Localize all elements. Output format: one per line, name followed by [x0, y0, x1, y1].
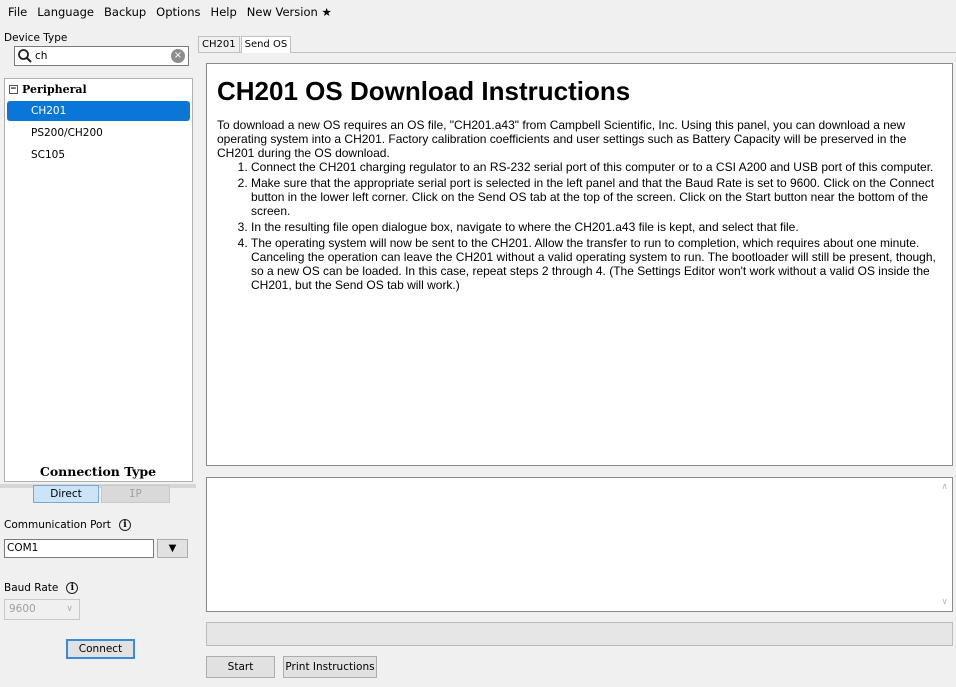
tree-item-sc105[interactable]: SC105: [7, 145, 190, 165]
clear-search-icon[interactable]: ×: [171, 49, 185, 63]
instruction-step: Make sure that the appropriate serial po…: [251, 176, 942, 218]
info-icon[interactable]: i: [66, 582, 79, 594]
menu-language[interactable]: Language: [33, 5, 98, 19]
tree-group-peripheral[interactable]: − Peripheral: [5, 79, 192, 99]
tree-group-label: Peripheral: [22, 82, 87, 96]
connection-ip-button[interactable]: IP: [101, 485, 170, 503]
instruction-step: The operating system will now be sent to…: [251, 236, 942, 292]
baud-rate-value: 9600: [9, 603, 36, 615]
connection-type-title: Connection Type: [39, 464, 157, 479]
log-output-box[interactable]: ∧ ∨: [206, 477, 953, 612]
device-type-label: Device Type: [4, 32, 68, 44]
baud-rate-label-row: Baud Rate i: [4, 582, 79, 594]
progress-bar: [206, 622, 953, 646]
comm-port-select[interactable]: COM1: [4, 539, 154, 558]
chevron-down-icon: ∨: [66, 604, 73, 614]
scroll-down-icon[interactable]: ∨: [941, 597, 948, 607]
baud-rate-label: Baud Rate: [4, 582, 59, 594]
search-icon: [17, 48, 33, 64]
instructions-intro: To download a new OS requires an OS file…: [217, 118, 907, 160]
instruction-step: Connect the CH201 charging regulator to …: [251, 160, 942, 174]
instructions-panel: CH201 OS Download Instructions To downlo…: [206, 63, 953, 466]
device-tree: − Peripheral CH201 PS200/CH200 SC105: [4, 78, 193, 482]
menu-options[interactable]: Options: [152, 5, 204, 19]
start-button[interactable]: Start: [206, 656, 275, 678]
tree-item-ps200-ch200[interactable]: PS200/CH200: [7, 123, 190, 143]
tab-ch201[interactable]: CH201: [198, 36, 240, 52]
menu-help[interactable]: Help: [207, 5, 241, 19]
print-instructions-button[interactable]: Print Instructions: [283, 656, 377, 678]
instructions-title: CH201 OS Download Instructions: [217, 76, 631, 106]
instruction-step: In the resulting file open dialogue box,…: [251, 220, 942, 234]
baud-rate-select[interactable]: 9600 ∨: [4, 599, 80, 620]
instructions-steps: Connect the CH201 charging regulator to …: [217, 160, 942, 292]
info-icon[interactable]: i: [118, 519, 131, 531]
device-search-box: ×: [14, 46, 189, 66]
tab-bar: CH201 Send OS: [198, 36, 292, 53]
menu-bar: File Language Backup Options Help New Ve…: [0, 0, 956, 24]
menu-file[interactable]: File: [4, 5, 31, 19]
menu-backup[interactable]: Backup: [100, 5, 150, 19]
comm-port-dropdown-button[interactable]: ▼: [157, 539, 188, 558]
menu-new-version[interactable]: New Version ★: [243, 5, 336, 19]
scroll-up-icon[interactable]: ∧: [941, 482, 948, 492]
comm-port-label-row: Communication Port i: [4, 519, 131, 531]
device-search-input[interactable]: [33, 48, 171, 64]
tree-item-ch201[interactable]: CH201: [7, 101, 190, 121]
connection-direct-button[interactable]: Direct: [33, 485, 99, 503]
tab-send-os[interactable]: Send OS: [240, 36, 292, 53]
connect-button[interactable]: Connect: [66, 639, 135, 659]
comm-port-label: Communication Port: [4, 519, 111, 531]
collapse-icon[interactable]: −: [9, 84, 18, 94]
